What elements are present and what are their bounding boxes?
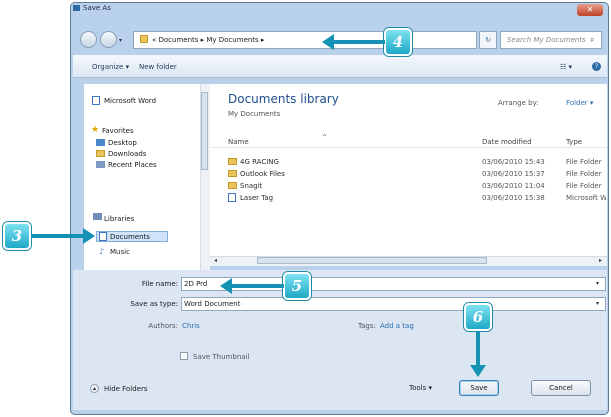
word-document-icon [228,193,236,202]
close-button[interactable]: ✕ [577,4,603,16]
favorites-star-icon: ★ [91,125,100,135]
file-name-value[interactable]: 2D Prd [184,280,207,288]
documents-icon [99,232,107,241]
folder-icon [228,170,237,177]
save-as-type-select[interactable] [181,297,606,311]
word-app-icon [73,5,80,11]
file-name[interactable]: Outlook Files [240,170,285,178]
file-name[interactable]: 4G RACING [240,158,279,166]
file-date: 03/06/2010 15:37 [482,170,545,178]
callout-3: 3 [3,222,31,250]
file-name[interactable]: Laser Tag [240,194,273,202]
nav-item-music[interactable]: Music [110,248,130,256]
authors-field[interactable]: Chris [182,322,200,330]
nav-item-recent-places[interactable]: Recent Places [108,161,157,169]
save-as-type-value: Word Document [184,300,241,308]
file-name-label: File name: [141,280,178,288]
help-icon[interactable]: ? [592,62,601,71]
callout-6-arrow [476,331,480,367]
nav-item-downloads[interactable]: Downloads [108,150,146,158]
nav-item-microsoft-word[interactable]: Microsoft Word [104,97,156,105]
callout-6-arrowhead [470,365,486,377]
nav-item-desktop[interactable]: Desktop [108,139,137,147]
save-form [73,270,607,410]
file-name[interactable]: Snagit [240,182,262,190]
file-name-dropdown-icon[interactable]: ▾ [596,280,599,287]
tags-label: Tags: [358,322,376,330]
back-button[interactable] [80,31,97,48]
save-button[interactable]: Save [459,380,499,396]
folder-icon [228,158,237,165]
callout-4: 4 [384,28,412,56]
callout-3-arrowhead [83,228,95,244]
tools-menu[interactable]: Tools ▾ [409,384,432,392]
save-as-type-dropdown-icon[interactable]: ▾ [596,300,599,307]
search-icon[interactable]: ⌕ [590,35,594,45]
callout-6: 6 [464,303,492,331]
recent-places-icon [96,161,105,168]
forward-button[interactable] [100,31,117,48]
nav-scrollbar-thumb[interactable] [201,92,208,170]
folder-icon [140,35,148,43]
arrange-by-label: Arrange by: [498,99,539,107]
music-icon: ♪ [99,247,105,256]
desktop-icon [96,139,105,146]
column-name[interactable]: Name [228,138,249,146]
callout-5: 5 [283,272,311,300]
scroll-left-icon[interactable]: ◂ [214,257,217,264]
library-title: Documents library [228,92,339,106]
libraries-icon [93,213,102,220]
address-path[interactable]: « Documents ▸ My Documents ▸ [152,36,264,44]
authors-label: Authors: [148,322,178,330]
file-date: 03/06/2010 11:04 [482,182,545,190]
library-subtitle: My Documents [228,110,281,118]
window-title: Save As [83,4,111,12]
column-type[interactable]: Type [566,138,582,146]
save-thumbnail-label: Save Thumbnail [193,353,250,361]
callout-3-arrow [31,234,85,238]
new-folder-button[interactable]: New folder [139,63,177,71]
file-type: Microsoft Word [566,194,606,202]
callout-4-arrow [333,40,385,44]
file-type: File Folder [566,182,602,190]
save-as-type-label: Save as type: [130,300,178,308]
folder-icon [228,182,237,189]
navigation-pane [84,84,200,270]
hide-folders-button[interactable]: Hide Folders [104,385,147,393]
file-date: 03/06/2010 15:43 [482,158,545,166]
arrange-by-dropdown[interactable]: Folder ▾ [566,99,593,107]
downloads-icon [96,150,105,157]
column-date-modified[interactable]: Date modified [482,138,532,146]
nav-item-documents[interactable]: Documents [110,233,150,241]
organize-menu[interactable]: Organize ▾ [92,63,129,71]
horizontal-scrollbar-thumb[interactable] [257,257,487,264]
tags-field[interactable]: Add a tag [380,322,414,330]
file-type: File Folder [566,158,602,166]
file-date: 03/06/2010 15:38 [482,194,545,202]
file-type: File Folder [566,170,602,178]
search-placeholder: Search My Documents [507,36,586,44]
word-icon [92,96,100,105]
save-thumbnail-checkbox[interactable] [180,352,188,360]
refresh-button[interactable]: ↻ [479,31,497,49]
recent-pages-chevron-icon[interactable]: ▾ [119,37,122,44]
views-button[interactable]: ☷ ▾ [560,63,572,71]
cancel-button[interactable]: Cancel [531,380,591,396]
callout-5-arrow [231,284,284,288]
nav-favorites-header[interactable]: Favorites [102,127,134,135]
sort-arrow-icon: ^ [322,134,328,141]
nav-libraries-header[interactable]: Libraries [104,215,134,223]
column-header-row [210,136,607,148]
hide-folders-chevron-icon[interactable]: ▴ [90,384,99,393]
scroll-right-icon[interactable]: ▸ [599,257,602,264]
